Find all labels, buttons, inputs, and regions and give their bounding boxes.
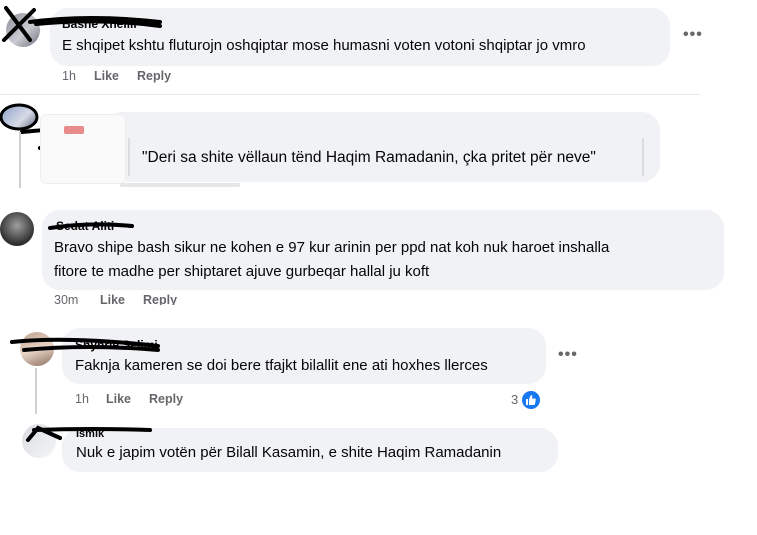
avatar[interactable] — [20, 332, 54, 366]
divider — [0, 94, 700, 95]
comment-text-line-2: fitore te madhe per shiptaret ajuve gurb… — [54, 263, 430, 280]
top-partial-text: ' — [170, 0, 173, 6]
comment-author[interactable]: Shyhrie Selimi — [75, 338, 158, 352]
like-button[interactable]: Like — [106, 392, 131, 406]
comment-text: E shqipet kshtu fluturojn oshqiptar mose… — [62, 37, 586, 54]
comment-text: Faknja kameren se doi bere tfajkt bilall… — [75, 357, 488, 374]
partial-hidden-meta — [120, 183, 240, 187]
comment-text: Nuk e japim votën për Bilall Kasamin, e … — [76, 444, 502, 461]
comment-author[interactable]: Sedat Aliti — [56, 219, 114, 233]
comment-time[interactable]: 1h — [62, 69, 76, 83]
thread-line — [35, 368, 37, 414]
avatar[interactable] — [22, 424, 56, 458]
reaction-count[interactable]: 3 — [511, 392, 518, 407]
comment-text-line-1: Bravo shipe bash sikur ne kohen e 97 kur… — [54, 239, 610, 256]
crop-edge — [0, 305, 757, 323]
like-reaction-icon[interactable] — [520, 389, 542, 411]
comment-time[interactable]: 1h — [75, 392, 89, 406]
comment-author[interactable]: Ismik — [76, 428, 104, 440]
comment-author[interactable]: Bashe Xhelili — [62, 17, 137, 31]
shared-image-thumbnail — [40, 114, 126, 184]
thread-line — [19, 132, 21, 188]
reply-button[interactable]: Reply — [137, 69, 171, 83]
more-horizontal-icon[interactable]: ••• — [683, 26, 703, 44]
reply-button[interactable]: Reply — [149, 392, 183, 406]
comment-text: "Deri sa shite vëllaun tënd Haqim Ramada… — [142, 149, 596, 166]
avatar[interactable] — [0, 212, 34, 246]
more-horizontal-icon[interactable]: ••• — [558, 346, 578, 364]
like-button[interactable]: Like — [94, 69, 119, 83]
avatar[interactable] — [6, 13, 40, 47]
avatar[interactable] — [2, 104, 36, 130]
red-logo-mark — [64, 126, 84, 134]
